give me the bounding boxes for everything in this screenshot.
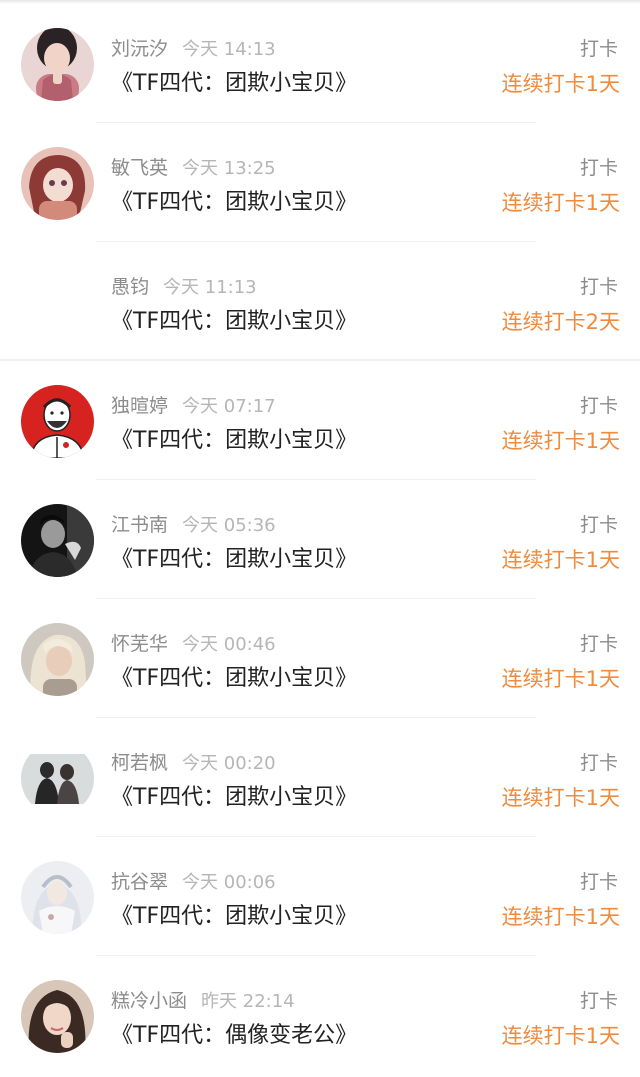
item-meta: 敏飞英 今天 13:25 [111,154,276,182]
timestamp: 今天 00:46 [182,634,276,655]
book-title[interactable]: 《TF四代：偶像变老公》 [111,1020,357,1052]
feed-item[interactable]: 敏飞英 今天 13:25 《TF四代：团欺小宝贝》 打卡 连续打卡1天 [0,123,640,242]
book-title[interactable]: 《TF四代：团欺小宝贝》 [111,306,357,338]
user-name[interactable]: 抗谷翠 [111,871,168,893]
streak-label: 连续打卡2天 [501,310,620,334]
timestamp: 今天 00:06 [182,872,276,893]
timestamp: 今天 11:13 [163,277,257,298]
item-meta: 怀芜华 今天 00:46 [111,630,276,658]
activity-type: 打卡 [579,395,618,417]
book-title[interactable]: 《TF四代：团欺小宝贝》 [111,782,357,814]
avatar[interactable] [21,623,94,696]
user-name[interactable]: 愚钧 [111,276,149,298]
avatar-girl-pink-icon [21,28,94,101]
book-title[interactable]: 《TF四代：团欺小宝贝》 [111,187,357,219]
feed-item[interactable]: 刘沅汐 今天 14:13 《TF四代：团欺小宝贝》 打卡 连续打卡1天 [0,4,640,123]
avatar-blank-icon [21,266,94,339]
avatar[interactable] [21,742,94,815]
item-meta: 独暄婷 今天 07:17 [111,392,276,420]
item-meta: 抗谷翠 今天 00:06 [111,868,276,896]
streak-label: 连续打卡1天 [501,905,620,929]
timestamp: 今天 05:36 [182,515,276,536]
avatar-white-costume-icon [21,861,94,934]
avatar-selfie-girl-icon [21,980,94,1053]
item-meta: 江书南 今天 05:36 [111,511,276,539]
timestamp: 今天 13:25 [182,158,276,179]
feed-item[interactable]: 愚钧 今天 11:13 《TF四代：团欺小宝贝》 打卡 连续打卡2天 [0,242,640,361]
activity-type: 打卡 [579,157,618,179]
activity-type: 打卡 [579,38,618,60]
avatar[interactable] [21,504,94,577]
user-name[interactable]: 糕冷小函 [111,990,187,1012]
user-name[interactable]: 敏飞英 [111,157,168,179]
user-name[interactable]: 柯若枫 [111,752,168,774]
streak-label: 连续打卡1天 [501,429,620,453]
activity-type: 打卡 [579,514,618,536]
book-title[interactable]: 《TF四代：团欺小宝贝》 [111,68,357,100]
avatar[interactable] [21,28,94,101]
user-name[interactable]: 怀芜华 [111,633,168,655]
activity-type: 打卡 [579,871,618,893]
streak-label: 连续打卡1天 [501,72,620,96]
user-name[interactable]: 刘沅汐 [111,38,168,60]
avatar-blonde-girl-icon [21,623,94,696]
streak-label: 连续打卡1天 [501,786,620,810]
timestamp: 今天 00:20 [182,753,276,774]
avatar[interactable] [21,385,94,458]
avatar[interactable] [21,861,94,934]
timestamp: 今天 07:17 [182,396,276,417]
avatar-anime-girl-icon [21,147,94,220]
activity-type: 打卡 [579,633,618,655]
user-name[interactable]: 江书南 [111,514,168,536]
activity-type: 打卡 [579,752,618,774]
book-title[interactable]: 《TF四代：团欺小宝贝》 [111,425,357,457]
avatar[interactable] [21,980,94,1053]
streak-label: 连续打卡1天 [501,1024,620,1048]
activity-type: 打卡 [579,990,618,1012]
feed-item[interactable]: 抗谷翠 今天 00:06 《TF四代：团欺小宝贝》 打卡 连续打卡1天 [0,837,640,956]
streak-label: 连续打卡1天 [501,191,620,215]
avatar[interactable] [21,266,94,339]
avatar[interactable] [21,147,94,220]
timestamp: 昨天 22:14 [201,991,295,1012]
feed-item[interactable]: 怀芜华 今天 00:46 《TF四代：团欺小宝贝》 打卡 连续打卡1天 [0,599,640,718]
feed-item[interactable]: 糕冷小函 昨天 22:14 《TF四代：偶像变老公》 打卡 连续打卡1天 [0,956,640,1075]
timestamp: 今天 14:13 [182,39,276,60]
streak-label: 连续打卡1天 [501,548,620,572]
feed-item[interactable]: 江书南 今天 05:36 《TF四代：团欺小宝贝》 打卡 连续打卡1天 [0,480,640,599]
feed-item[interactable]: 独暄婷 今天 07:17 《TF四代：团欺小宝贝》 打卡 连续打卡1天 [0,361,640,480]
avatar-dark-man-icon [21,504,94,577]
item-meta: 刘沅汐 今天 14:13 [111,35,276,63]
item-meta: 糕冷小函 昨天 22:14 [111,987,295,1015]
feed-item[interactable]: 柯若枫 今天 00:20 《TF四代：团欺小宝贝》 打卡 连续打卡1天 [0,718,640,837]
avatar-cartoon-man-icon [21,385,94,458]
item-meta: 柯若枫 今天 00:20 [111,749,276,777]
user-name[interactable]: 独暄婷 [111,395,168,417]
item-meta: 愚钧 今天 11:13 [111,273,257,301]
book-title[interactable]: 《TF四代：团欺小宝贝》 [111,663,357,695]
avatar-couple-icon [21,742,94,815]
streak-label: 连续打卡1天 [501,667,620,691]
book-title[interactable]: 《TF四代：团欺小宝贝》 [111,901,357,933]
activity-type: 打卡 [579,276,618,298]
book-title[interactable]: 《TF四代：团欺小宝贝》 [111,544,357,576]
